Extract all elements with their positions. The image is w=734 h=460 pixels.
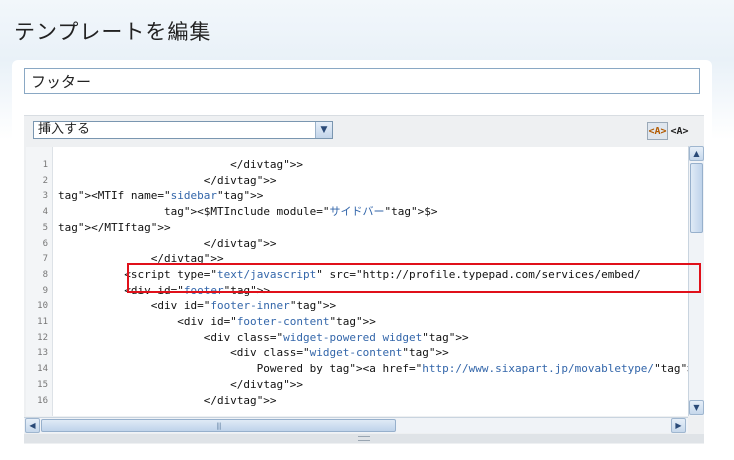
code-line: 9 <div id="footer"tag">> bbox=[26, 283, 688, 299]
code-text: </divtag">> bbox=[58, 173, 277, 187]
code-text: Powered by tag"><a href="http://www.sixa… bbox=[58, 362, 688, 376]
line-number: 14 bbox=[37, 364, 48, 375]
arrow-left-icon[interactable]: ◀ bbox=[25, 418, 40, 433]
code-text: </divtag">> bbox=[58, 158, 304, 171]
arrow-up-icon[interactable]: ▲ bbox=[689, 146, 704, 161]
code-text: tag"></MTIftag">> bbox=[58, 220, 171, 234]
code-text: <div id="footer"tag">> bbox=[58, 283, 270, 297]
line-number: 8 bbox=[42, 269, 48, 280]
code-text: tag"><MTIf name="sidebar"tag">> bbox=[58, 189, 264, 203]
code-line: 11 <div id="footer-content"tag">> bbox=[26, 314, 688, 330]
line-number: 1 bbox=[42, 160, 48, 170]
code-line: 10 <div id="footer-inner"tag">> bbox=[26, 298, 688, 314]
code-text: tag"><$MTInclude module="サイドバー"tag">$> bbox=[163, 205, 438, 219]
code-line: 3 tag"><MTIf name="sidebar"tag">> bbox=[26, 188, 688, 204]
code-text: </divtag">> bbox=[58, 377, 304, 391]
syntax-highlight-on-button[interactable]: <A> bbox=[647, 122, 668, 140]
code-line: 4 tag"><$MTInclude module="サイドバー"tag">$> bbox=[26, 204, 688, 220]
template-name-input[interactable] bbox=[24, 68, 700, 94]
horizontal-scrollbar[interactable]: ◀ ||| ▶ bbox=[24, 417, 688, 433]
line-number: 12 bbox=[37, 332, 48, 343]
code-text: <div class="widget-powered widget"tag">> bbox=[58, 330, 469, 344]
code-text: </divtag">> bbox=[58, 252, 224, 266]
chevron-down-icon: ▼ bbox=[315, 122, 332, 138]
page-title: テンプレートを編集 bbox=[14, 20, 212, 44]
code-line: 16 </divtag">> bbox=[26, 393, 688, 409]
code-line: 12 <div class="widget-powered widget"tag… bbox=[26, 330, 688, 346]
line-number: 15 bbox=[37, 379, 48, 390]
line-number: 13 bbox=[37, 348, 48, 359]
code-editor[interactable]: 1 </divtag">> 2 </divtag">> 3 tag"><MTIf na… bbox=[26, 147, 688, 416]
syntax-highlight-off-button[interactable]: <A> bbox=[669, 122, 690, 140]
code-text: </divtag">> bbox=[58, 393, 277, 407]
line-number: 16 bbox=[37, 395, 48, 406]
code-line: 2 </divtag">> bbox=[26, 173, 688, 189]
code-text: <div id="footer-inner"tag">> bbox=[58, 299, 337, 313]
insert-select-label: 挿入する bbox=[38, 122, 91, 137]
horizontal-scroll-thumb[interactable]: ||| bbox=[41, 419, 396, 432]
code-line: 7 </divtag">> bbox=[26, 251, 688, 267]
insert-select[interactable]: 挿入する ▼ bbox=[33, 121, 333, 139]
code-line: 8 <script type="text/javascript" src="ht… bbox=[26, 267, 688, 283]
code-text: <script type="text/javascript" src="http… bbox=[58, 267, 641, 281]
code-line: 13 <div class="widget-content"tag">> bbox=[26, 345, 688, 361]
line-number: 7 bbox=[42, 254, 48, 265]
arrow-right-icon[interactable]: ▶ bbox=[671, 418, 686, 433]
editor-resize-handle[interactable] bbox=[24, 434, 704, 443]
vertical-scroll-thumb[interactable] bbox=[690, 163, 703, 233]
vertical-scrollbar[interactable]: ▲ ▼ bbox=[688, 146, 704, 416]
line-number: 9 bbox=[42, 285, 48, 296]
code-text: <div id="footer-content"tag">> bbox=[58, 315, 376, 328]
code-text: </divtag">> bbox=[58, 236, 277, 250]
arrow-down-icon[interactable]: ▼ bbox=[689, 400, 704, 415]
line-number: 6 bbox=[42, 238, 48, 249]
code-line: 14 Powered by tag"><a href="http://www.s… bbox=[26, 361, 688, 377]
code-line: 15 </divtag">> bbox=[26, 377, 688, 393]
line-number: 11 bbox=[37, 317, 48, 327]
line-number: 4 bbox=[42, 207, 48, 218]
code-line: 6 </divtag">> bbox=[26, 236, 688, 252]
code-line: 5 tag"></MTIftag">> bbox=[26, 220, 688, 236]
line-number: 5 bbox=[42, 222, 48, 233]
code-text: <div class="widget-content"tag">> bbox=[58, 346, 449, 360]
line-number: 10 bbox=[37, 301, 48, 312]
line-number: 3 bbox=[42, 191, 48, 202]
line-number: 2 bbox=[42, 175, 48, 186]
code-line: 1 </divtag">> bbox=[26, 157, 688, 173]
